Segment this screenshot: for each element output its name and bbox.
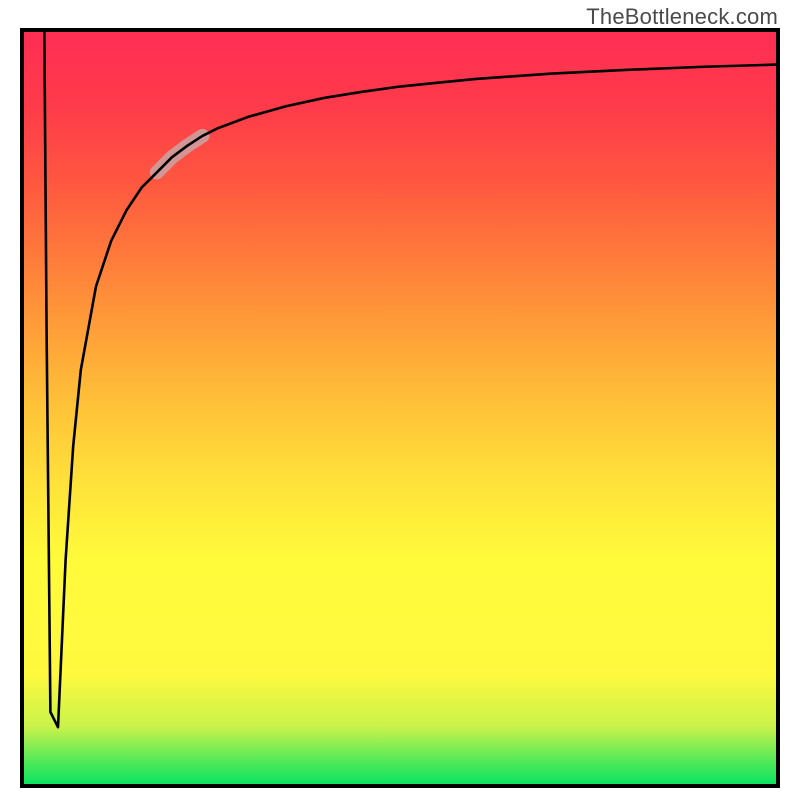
watermark-text: TheBottleneck.com — [586, 4, 778, 30]
bottleneck-curve — [44, 28, 780, 727]
curve-layer — [20, 28, 780, 788]
margin-right — [780, 0, 800, 800]
bottleneck-chart: TheBottleneck.com — [0, 0, 800, 800]
margin-left — [0, 0, 20, 800]
margin-bottom — [0, 788, 800, 800]
